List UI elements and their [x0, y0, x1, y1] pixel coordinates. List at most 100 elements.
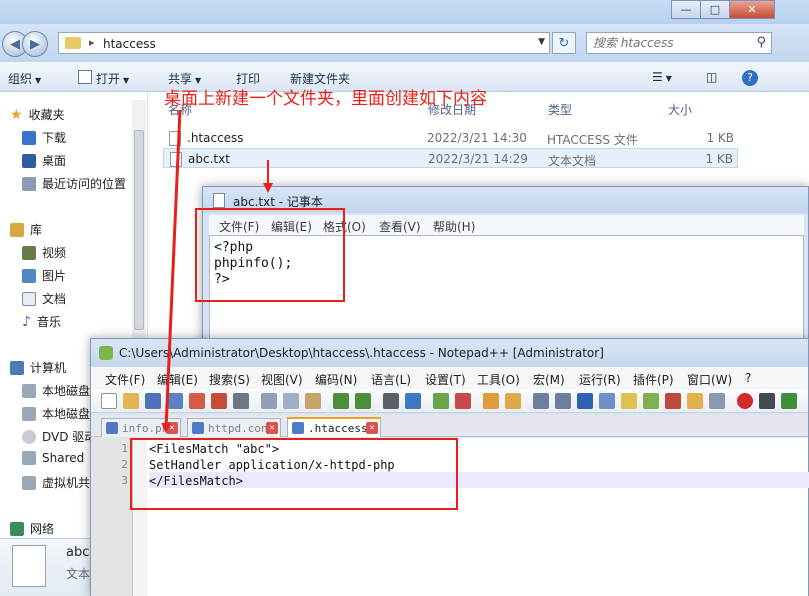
menu-help[interactable]: 帮助(H) [433, 218, 475, 235]
close-file-icon[interactable] [189, 393, 205, 409]
sidebar-item-videos[interactable]: 视频 [22, 244, 66, 261]
address-bar[interactable]: ▸ htaccess ▼ [58, 32, 550, 54]
sidebar-item-computer[interactable]: 计算机 [10, 359, 66, 376]
organize-button[interactable]: 组织 ▼ [8, 70, 41, 87]
menu-settings[interactable]: 设置(T) [425, 371, 466, 388]
close-all-icon[interactable] [211, 393, 227, 409]
file-row[interactable]: .htaccess 2022/3/21 14:30 HTACCESS 文件 1 … [163, 128, 738, 148]
zoom-in-icon[interactable] [433, 393, 449, 409]
word-wrap-icon[interactable] [533, 393, 549, 409]
menu-view[interactable]: 视图(V) [261, 371, 303, 388]
open-button[interactable]: 打开 ▼ [96, 70, 129, 87]
search-icon[interactable]: ⚲ [756, 35, 766, 50]
chevron-down-icon[interactable]: ▼ [538, 37, 545, 47]
menu-search[interactable]: 搜索(S) [209, 371, 250, 388]
document-map-icon[interactable] [621, 393, 637, 409]
menu-plugins[interactable]: 插件(P) [633, 371, 674, 388]
sync-horizontal-icon[interactable] [505, 393, 521, 409]
print-icon[interactable] [233, 393, 249, 409]
sidebar-item-shared[interactable]: Shared [22, 451, 84, 465]
pictures-icon [22, 268, 36, 283]
paste-icon[interactable] [305, 393, 321, 409]
organize-label: 组织 [8, 72, 33, 86]
close-tab-icon[interactable]: ✕ [366, 422, 378, 434]
address-path[interactable]: htaccess [103, 37, 156, 51]
help-button[interactable]: ? [742, 70, 758, 86]
tab-info-php[interactable]: info.php ✕ [101, 418, 181, 437]
minimize-button[interactable]: — [671, 0, 701, 19]
menu-view[interactable]: 查看(V) [379, 218, 421, 235]
menu-window[interactable]: 窗口(W) [687, 371, 732, 388]
sidebar-item-music[interactable]: ♪ 音乐 [22, 313, 61, 330]
maximize-button[interactable]: □ [700, 0, 730, 19]
document-icon[interactable] [665, 393, 681, 409]
sidebar-item-label: 下载 [42, 131, 67, 145]
zoom-out-icon[interactable] [455, 393, 471, 409]
search-input[interactable] [593, 36, 743, 50]
save-all-icon[interactable] [167, 393, 183, 409]
cut-icon[interactable] [261, 393, 277, 409]
file-row-selected[interactable]: abc.txt 2022/3/21 14:29 文本文档 1 KB [163, 148, 738, 168]
file-type: 文本文档 [548, 154, 597, 168]
sidebar-item-desktop[interactable]: 桌面 [22, 152, 66, 169]
sidebar-item-label: 视频 [42, 246, 67, 260]
sidebar-item-recent[interactable]: 最近访问的位置 [22, 175, 126, 192]
stop-macro-icon[interactable] [759, 393, 775, 409]
show-all-characters-icon[interactable] [555, 393, 571, 409]
find-icon[interactable] [383, 393, 399, 409]
sidebar-item-local-disk-1[interactable]: 本地磁盘 [22, 382, 90, 399]
menu-run[interactable]: 运行(R) [579, 371, 621, 388]
save-icon[interactable] [145, 393, 161, 409]
menu-tools[interactable]: 工具(O) [477, 371, 520, 388]
tab-htaccess[interactable]: .htaccess ✕ [287, 417, 381, 437]
open-file-icon[interactable] [123, 393, 139, 409]
indent-guide-icon[interactable] [577, 393, 593, 409]
scrollbar-thumb[interactable] [134, 130, 144, 330]
sidebar-item-label: DVD 驱动 [42, 430, 97, 444]
sidebar-item-libraries[interactable]: 库 [10, 221, 42, 238]
redo-icon[interactable] [355, 393, 371, 409]
sidebar-item-favorites[interactable]: ★ 收藏夹 [10, 106, 65, 123]
file-name: abc.txt [188, 152, 230, 166]
close-tab-icon[interactable]: ✕ [166, 422, 178, 434]
view-list-icon: ☰ [652, 70, 663, 84]
sidebar-item-vm-share[interactable]: 虚拟机共 [22, 474, 90, 491]
menu-language[interactable]: 语言(L) [371, 371, 411, 388]
sidebar-item-dvd[interactable]: DVD 驱动 [22, 428, 96, 445]
sidebar-item-documents[interactable]: 文档 [22, 290, 66, 307]
search-box[interactable]: ⚲ [586, 32, 772, 54]
close-tab-icon[interactable]: ✕ [266, 422, 278, 434]
tab-httpd-conf[interactable]: httpd.conf ✕ [187, 418, 281, 437]
folder-icon[interactable] [687, 393, 703, 409]
view-options-button[interactable]: ☰ ▼ [652, 70, 672, 84]
forward-button[interactable]: ▶ [22, 31, 48, 57]
sidebar-item-downloads[interactable]: 下载 [22, 129, 66, 146]
language-icon[interactable] [599, 393, 615, 409]
monitoring-icon[interactable] [709, 393, 725, 409]
menu-macro[interactable]: 宏(M) [533, 371, 565, 388]
menu-file[interactable]: 文件(F) [105, 371, 145, 388]
sidebar-item-pictures[interactable]: 图片 [22, 267, 66, 284]
menu-help[interactable]: ? [745, 371, 751, 385]
column-type[interactable]: 类型 [548, 101, 572, 118]
undo-icon[interactable] [333, 393, 349, 409]
notepadpp-titlebar[interactable]: C:\Users\Administrator\Desktop\htaccess\… [91, 339, 808, 367]
sync-vertical-icon[interactable] [483, 393, 499, 409]
preview-pane-icon: ◫ [706, 70, 718, 84]
play-macro-icon[interactable] [781, 393, 797, 409]
line-number: 3 [121, 474, 128, 487]
function-list-icon[interactable] [643, 393, 659, 409]
sidebar-item-network[interactable]: 网络 [10, 520, 54, 537]
menu-edit[interactable]: 编辑(E) [157, 371, 198, 388]
replace-icon[interactable] [405, 393, 421, 409]
downloads-icon [22, 130, 36, 145]
menu-encoding[interactable]: 编码(N) [315, 371, 357, 388]
copy-icon[interactable] [283, 393, 299, 409]
column-size[interactable]: 大小 [668, 101, 692, 118]
new-file-icon[interactable] [101, 393, 117, 409]
sidebar-item-local-disk-2[interactable]: 本地磁盘 [22, 405, 90, 422]
record-macro-icon[interactable] [737, 393, 753, 409]
close-button[interactable]: ✕ [729, 0, 775, 19]
refresh-button[interactable]: ↻ [552, 32, 576, 54]
preview-pane-button[interactable]: ◫ [706, 70, 717, 84]
